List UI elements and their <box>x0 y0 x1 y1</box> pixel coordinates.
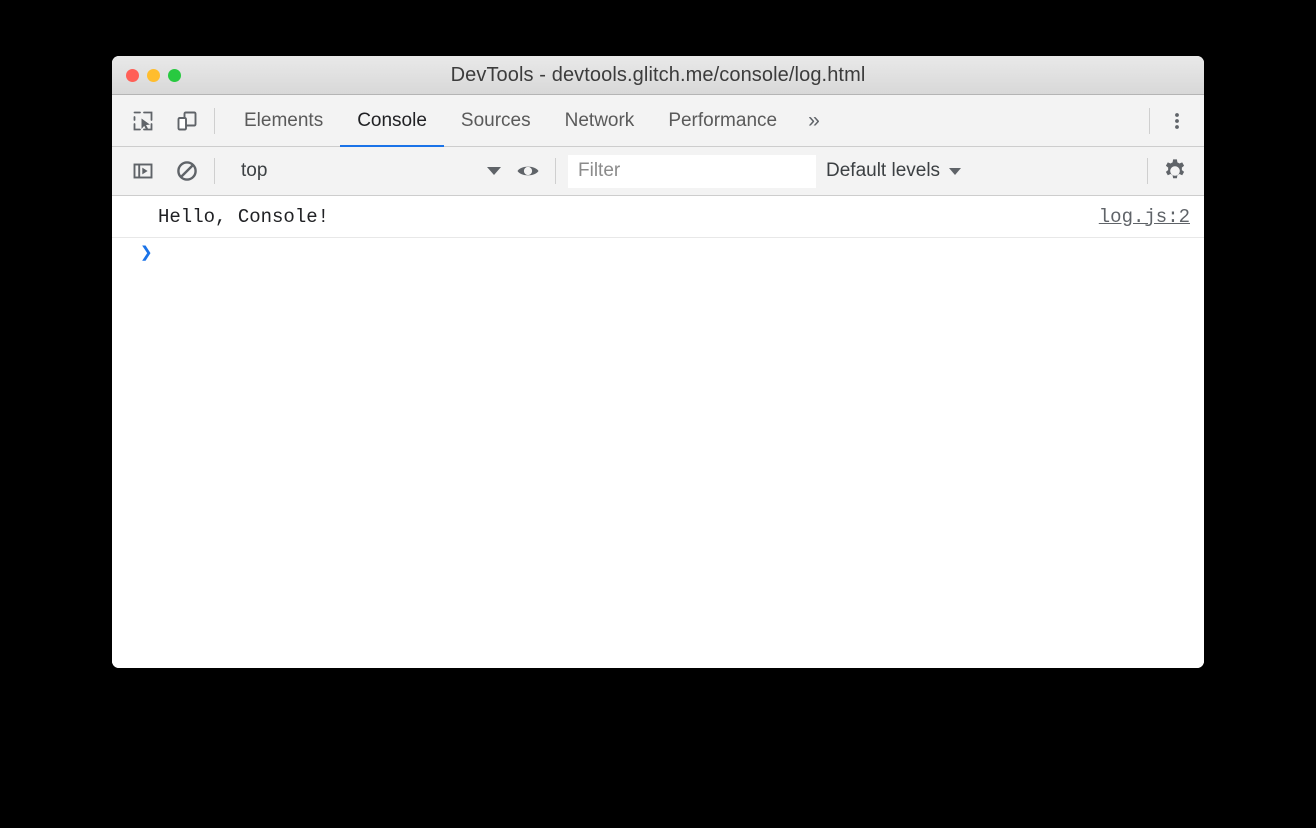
window-controls <box>126 56 181 94</box>
device-toolbar-icon[interactable] <box>172 106 202 136</box>
console-prompt-row[interactable]: ❯ <box>112 238 1204 280</box>
console-toolbar-right <box>1135 156 1204 186</box>
toolbar-divider-2 <box>555 158 556 184</box>
chevron-down-icon <box>487 167 501 175</box>
more-tabs-button[interactable]: » <box>794 95 834 147</box>
log-levels-label: Default levels <box>826 160 941 181</box>
devtools-window: DevTools - devtools.glitch.me/console/lo… <box>112 56 1204 668</box>
log-levels-select[interactable]: Default levels <box>816 156 971 186</box>
toolbar-divider-1 <box>214 158 215 184</box>
tab-performance[interactable]: Performance <box>651 95 794 147</box>
tabbar-right-divider <box>1149 107 1150 134</box>
window-title: DevTools - devtools.glitch.me/console/lo… <box>450 63 866 86</box>
devtools-tabs: Elements Console Sources Network Perform… <box>227 95 834 148</box>
tab-network-label: Network <box>564 109 635 131</box>
javascript-context-value: top <box>241 160 268 181</box>
console-message-source-link[interactable]: log.js:2 <box>1099 206 1190 228</box>
tabbar-right <box>1137 106 1204 136</box>
clear-console-icon[interactable] <box>172 156 202 186</box>
console-message-text: Hello, Console! <box>158 205 330 228</box>
javascript-context-select[interactable]: top <box>227 156 505 186</box>
minimize-window-button[interactable] <box>147 68 160 82</box>
kebab-menu-icon[interactable] <box>1162 106 1192 136</box>
inspect-element-icon[interactable] <box>128 106 158 136</box>
prompt-chevron-icon: ❯ <box>140 243 153 266</box>
console-message-list: Hello, Console! log.js:2 ❯ <box>112 196 1204 668</box>
tab-network[interactable]: Network <box>548 95 652 147</box>
console-prompt-input[interactable] <box>153 244 1204 270</box>
console-filter-input[interactable] <box>568 154 816 188</box>
console-sidebar-icon[interactable] <box>128 156 158 186</box>
tab-elements[interactable]: Elements <box>227 95 340 147</box>
tab-elements-label: Elements <box>244 109 324 131</box>
window-titlebar: DevTools - devtools.glitch.me/console/lo… <box>112 56 1204 95</box>
console-message-row[interactable]: Hello, Console! log.js:2 <box>112 196 1204 238</box>
eye-icon[interactable] <box>513 156 543 186</box>
chevron-double-right-icon: » <box>808 108 820 132</box>
tab-performance-label: Performance <box>668 109 778 131</box>
tab-console[interactable]: Console <box>340 95 444 148</box>
gear-icon[interactable] <box>1160 156 1190 186</box>
console-toolbar: top Default levels <box>112 147 1204 196</box>
tab-sources[interactable]: Sources <box>444 95 548 147</box>
devtools-tabbar: Elements Console Sources Network Perform… <box>112 95 1204 148</box>
tab-console-label: Console <box>357 109 427 131</box>
tabbar-divider <box>214 107 215 134</box>
tabbar-left-icons <box>112 106 202 136</box>
chevron-down-icon <box>949 167 962 175</box>
close-window-button[interactable] <box>126 68 139 82</box>
maximize-window-button[interactable] <box>168 68 181 82</box>
tab-sources-label: Sources <box>460 109 531 131</box>
toolbar-divider-3 <box>1147 158 1148 184</box>
